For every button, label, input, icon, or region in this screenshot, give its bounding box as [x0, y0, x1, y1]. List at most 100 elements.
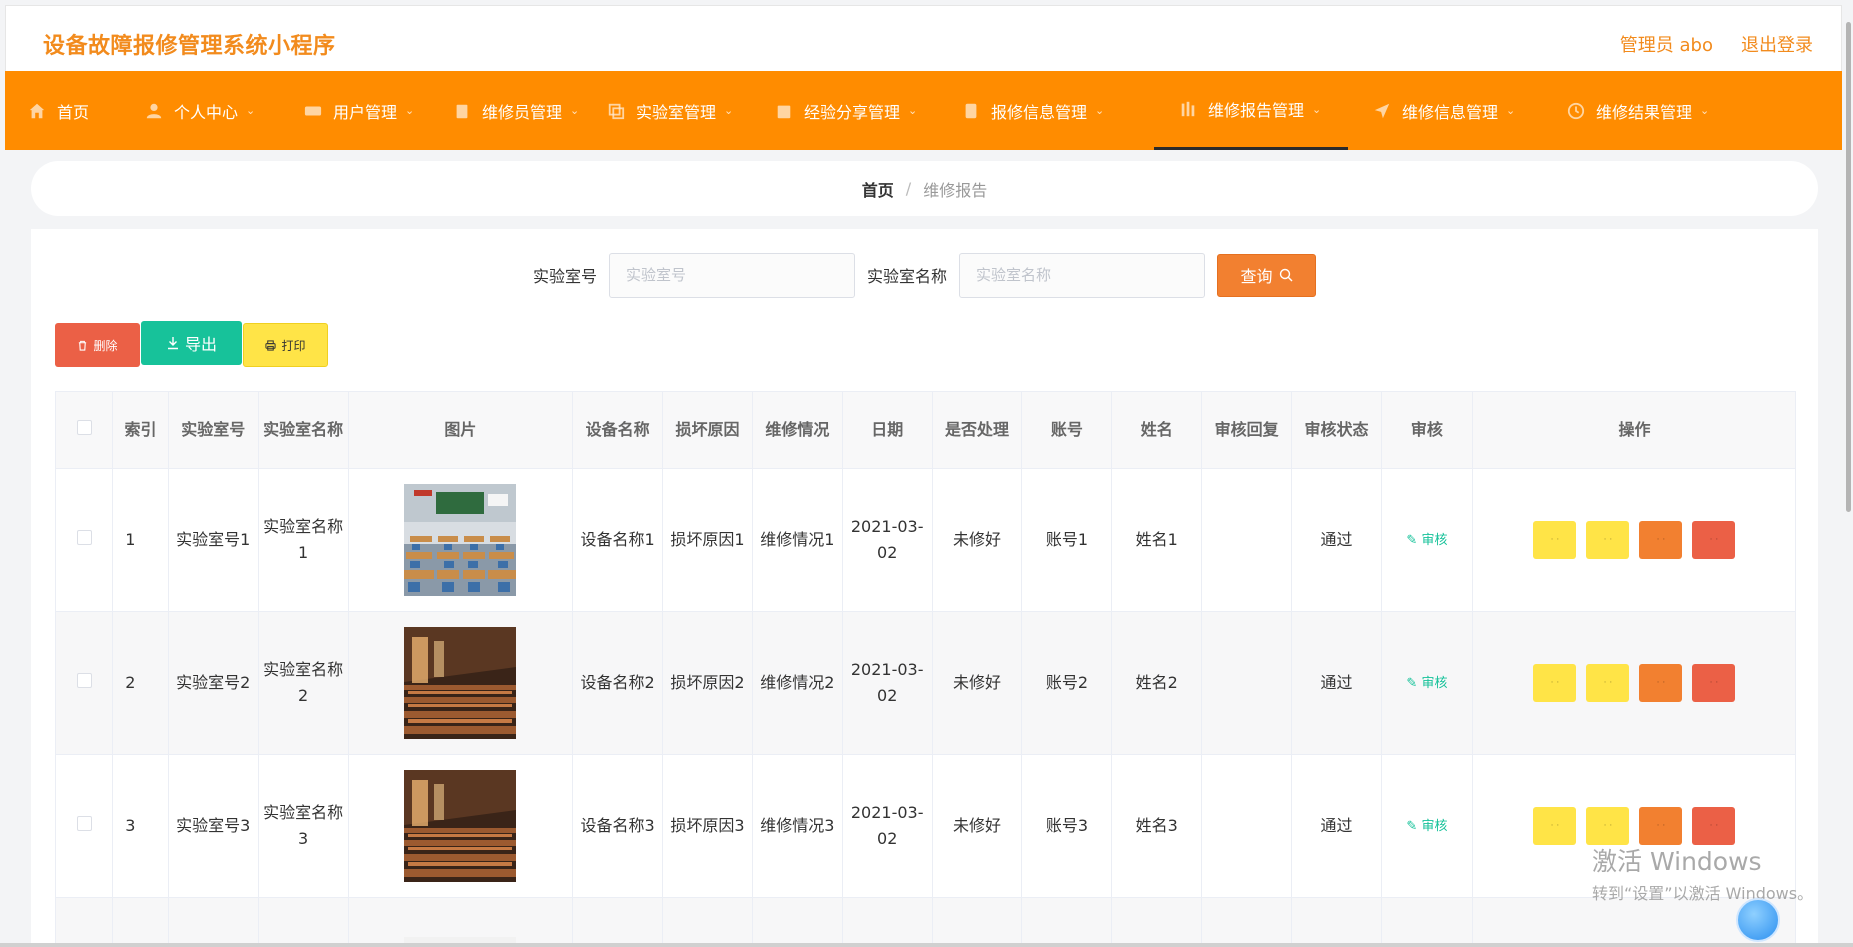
nav-item-repair-report[interactable]: 维修报告管理 ⌄	[1154, 71, 1348, 150]
cell-reply	[1201, 754, 1293, 898]
process-button[interactable]: · ·	[1639, 663, 1683, 702]
row-delete-button[interactable]: · ·	[1692, 663, 1736, 702]
detail-button[interactable]: · ·	[1533, 663, 1577, 702]
export-button-label: 导出	[184, 335, 217, 354]
lecture-hall-photo[interactable]	[404, 626, 517, 739]
row-delete-button[interactable]: · ·	[1692, 806, 1736, 845]
process-button[interactable]: · ·	[1639, 806, 1683, 845]
row-checkbox[interactable]	[76, 529, 92, 545]
column-header: 损坏原因	[662, 392, 753, 469]
nav-item-maintenance-info[interactable]: 维修信息管理 ⌄	[1348, 71, 1542, 150]
cell-lab-no: 实验室号2	[168, 611, 259, 755]
cell-name: 姓名2	[1111, 611, 1203, 755]
audit-link[interactable]: ✎ 审核	[1406, 819, 1447, 834]
nav-item-label: 个人中心	[174, 102, 239, 122]
logout-link[interactable]: 退出登录	[1741, 31, 1813, 57]
cell-reason: 损坏原因1	[662, 468, 753, 612]
detail-button[interactable]: · ·	[1533, 520, 1577, 559]
print-button[interactable]: 打印	[243, 323, 328, 367]
column-header: 审核状态	[1291, 392, 1382, 469]
lecture-hall-photo[interactable]	[404, 769, 517, 882]
row-select-cell	[56, 468, 114, 612]
horizontal-scrollbar[interactable]	[0, 943, 1853, 947]
cell-lab-no: 实验室号3	[168, 754, 259, 898]
row-checkbox[interactable]	[76, 815, 92, 831]
breadcrumb-home[interactable]: 首页	[862, 177, 894, 201]
search-button[interactable]: 查询	[1217, 253, 1317, 297]
nav-item-experience[interactable]: 经验分享管理 ⌄	[768, 71, 961, 150]
cell-operations: · · · · · · · ·	[1472, 754, 1795, 898]
column-header: 审核回复	[1201, 392, 1293, 469]
nav-item-label: 维修员管理	[482, 102, 563, 122]
cell-repair: 维修情况2	[752, 611, 843, 755]
select-all-checkbox[interactable]	[76, 419, 92, 435]
cell-handled: 未修好	[932, 611, 1023, 755]
cell-image	[348, 897, 574, 947]
cell-index	[112, 897, 169, 947]
row-delete-button[interactable]: · ·	[1692, 520, 1736, 559]
cell-lab-name	[258, 897, 349, 947]
users-icon	[303, 101, 323, 121]
cell-operations: · · · · · · · ·	[1472, 611, 1795, 755]
select-all-cell	[56, 392, 114, 469]
column-header: 操作	[1472, 392, 1795, 469]
lab-no-label: 实验室号	[532, 267, 597, 286]
vertical-scrollbar[interactable]	[1846, 22, 1851, 512]
nav-item-repair-info[interactable]: 报修信息管理 ⌄	[961, 71, 1154, 150]
cell-name: 姓名1	[1111, 468, 1203, 612]
cell-account: 账号3	[1021, 754, 1113, 898]
edit-button[interactable]: · ·	[1586, 520, 1630, 559]
column-header: 账号	[1021, 392, 1113, 469]
table-row: 2 实验室号2 实验室名称2 设备名称2 损坏原因2 维修情况2 2021-03…	[56, 611, 1795, 755]
column-header: 图片	[348, 392, 574, 469]
main-nav: 首页 个人中心 ⌄ 用户管理 ⌄ 维修员管理 ⌄ 实验室管理 ⌄ 经验分享管理 …	[5, 71, 1842, 150]
table-row: 3 实验室号3 实验室名称3 设备名称3 损坏原因3 维修情况3 2021-03…	[56, 754, 1795, 898]
cell-handled: 未修好	[932, 754, 1023, 898]
edit-icon: ✎	[1406, 818, 1422, 834]
row-checkbox[interactable]	[76, 672, 92, 688]
edit-button[interactable]: · ·	[1586, 663, 1630, 702]
nav-item-home[interactable]: 首页	[5, 71, 106, 150]
nav-item-label: 维修结果管理	[1596, 102, 1693, 122]
chevron-down-icon: ⌄	[1095, 104, 1105, 117]
main-panel: 实验室号 实验室名称 查询 删除 导出 打印	[31, 229, 1818, 947]
chevron-down-icon: ⌄	[570, 104, 580, 117]
process-button[interactable]: · ·	[1639, 520, 1683, 559]
column-header: 索引	[112, 392, 169, 469]
delete-button[interactable]: 删除	[55, 323, 140, 367]
cell-account: 账号1	[1021, 468, 1113, 612]
home-icon	[27, 101, 47, 121]
cell-device: 设备名称2	[572, 611, 664, 755]
nav-item-profile[interactable]: 个人中心 ⌄	[106, 71, 259, 150]
column-header: 是否处理	[932, 392, 1023, 469]
breadcrumb-separator: /	[905, 179, 912, 198]
classroom-photo[interactable]	[404, 483, 517, 596]
edit-button[interactable]: · ·	[1586, 806, 1630, 845]
floating-assistant-button[interactable]	[1736, 898, 1780, 942]
export-button[interactable]: 导出	[141, 321, 242, 365]
lab-no-input[interactable]	[609, 252, 855, 298]
cell-lab-no	[168, 897, 259, 947]
download-icon	[167, 337, 178, 350]
nav-item-technicians[interactable]: 维修员管理 ⌄	[422, 71, 600, 150]
nav-item-repair-results[interactable]: 维修结果管理 ⌄	[1542, 71, 1742, 150]
cell-name	[1111, 897, 1203, 947]
cell-name: 姓名3	[1111, 754, 1203, 898]
cell-reply	[1201, 468, 1293, 612]
detail-button[interactable]: · ·	[1533, 806, 1577, 845]
cell-image	[348, 611, 574, 755]
table-header-row: 索引 实验室号 实验室名称 图片 设备名称 损坏原因 维修情况 日期 是否处理 …	[56, 392, 1795, 469]
lab-name-input[interactable]	[959, 252, 1206, 298]
cell-device: 设备名称3	[572, 754, 664, 898]
current-user-label[interactable]: 管理员 abo	[1620, 31, 1713, 57]
audit-link[interactable]: ✎ 审核	[1406, 676, 1447, 691]
audit-label: 审核	[1421, 818, 1448, 834]
nav-item-labs[interactable]: 实验室管理 ⌄	[600, 71, 768, 150]
nav-item-users[interactable]: 用户管理 ⌄	[259, 71, 422, 150]
audit-link[interactable]: ✎ 审核	[1406, 533, 1447, 548]
cell-reason: 损坏原因2	[662, 611, 753, 755]
breadcrumb-current: 维修报告	[923, 180, 988, 200]
column-header: 设备名称	[572, 392, 664, 469]
clipboard-icon	[452, 101, 472, 121]
chevron-down-icon: ⌄	[246, 104, 256, 117]
